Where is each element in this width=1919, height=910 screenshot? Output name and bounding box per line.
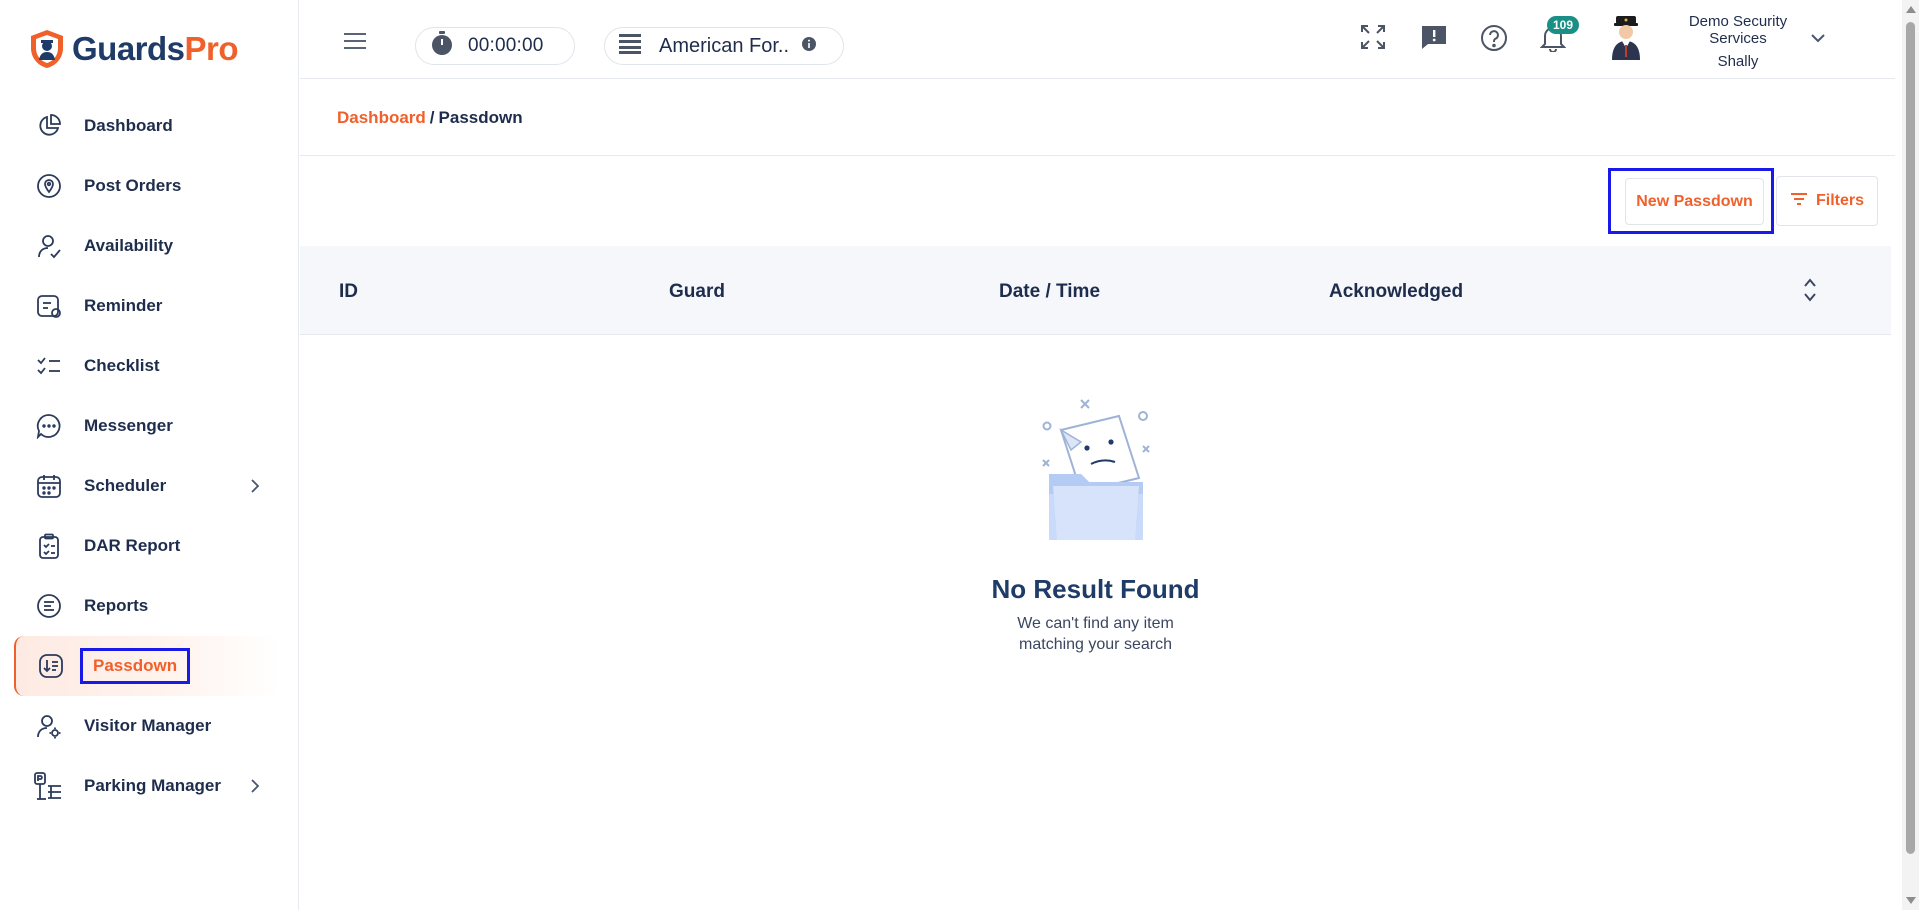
empty-subtitle: We can't find any item matching your sea… [1017, 615, 1174, 653]
feedback-icon[interactable] [1420, 24, 1448, 55]
filter-icon [1790, 192, 1808, 211]
parking-icon [34, 771, 64, 801]
calendar-icon [34, 471, 64, 501]
report-list-icon [34, 591, 64, 621]
logo[interactable]: GuardsPro [28, 28, 239, 70]
sidebar-item-label: DAR Report [84, 536, 181, 555]
app-root: GuardsPro Dashboard Post Orders Availabi… [0, 0, 1919, 910]
breadcrumb-separator: / [429, 108, 435, 127]
sidebar-item-scheduler[interactable]: Scheduler [0, 456, 299, 516]
hamburger-menu-icon[interactable] [344, 32, 366, 55]
pie-chart-icon [34, 111, 64, 141]
calendar-list-icon [34, 291, 64, 321]
sidebar-item-reports[interactable]: Reports [0, 576, 299, 636]
new-passdown-button[interactable]: New Passdown [1625, 178, 1764, 225]
user-name: Shally [1717, 53, 1759, 70]
filters-button[interactable]: Filters [1776, 176, 1878, 226]
sidebar: GuardsPro Dashboard Post Orders Availabi… [0, 0, 299, 910]
sidebar-item-label: Parking Manager [84, 776, 221, 795]
new-passdown-highlight: New Passdown [1608, 168, 1774, 234]
brand-name-part1: Guards [72, 30, 185, 67]
sidebar-item-parking-manager[interactable]: Parking Manager [0, 756, 299, 816]
sort-icon[interactable] [1803, 277, 1817, 308]
sidebar-item-checklist[interactable]: Checklist [0, 336, 299, 396]
column-header-id[interactable]: ID [339, 281, 358, 303]
user-check-icon [34, 231, 64, 261]
sidebar-item-dar-report[interactable]: DAR Report [0, 516, 299, 576]
avatar[interactable] [1606, 14, 1646, 62]
sidebar-item-label: Reports [84, 596, 149, 615]
sidebar-item-visitor-manager[interactable]: Visitor Manager [0, 696, 299, 756]
page-scrollbar[interactable] [1902, 0, 1919, 910]
sidebar-item-label: Checklist [84, 356, 160, 375]
column-header-guard[interactable]: Guard [669, 281, 725, 303]
brand-name-part2: Pro [184, 30, 239, 67]
scroll-up-arrow-icon[interactable] [1906, 6, 1916, 13]
scroll-down-arrow-icon[interactable] [1906, 897, 1916, 904]
chevron-right-icon [249, 478, 261, 499]
sidebar-item-passdown[interactable]: Passdown [14, 636, 280, 696]
company-name: Demo Security Services [1688, 13, 1788, 47]
scrollbar-thumb[interactable] [1906, 22, 1915, 854]
stopwatch-icon [430, 30, 454, 62]
sidebar-item-label: Passdown [80, 648, 191, 684]
user-gear-icon [34, 711, 64, 741]
notification-badge: 109 [1547, 16, 1580, 34]
action-bar: New Passdown Filters [300, 156, 1895, 246]
filters-label: Filters [1815, 192, 1864, 209]
chat-bubble-icon [34, 411, 64, 441]
chevron-down-icon[interactable] [1810, 30, 1826, 48]
clipboard-check-icon [34, 531, 64, 561]
shield-logo-icon [31, 30, 63, 68]
sidebar-item-label: Visitor Manager [84, 716, 212, 735]
passdown-icon [36, 651, 66, 681]
empty-folder-illustration [1041, 399, 1150, 540]
sidebar-item-label: Dashboard [84, 116, 173, 135]
empty-state: No Result Found We can't find any item m… [300, 390, 1891, 655]
column-header-acknowledged[interactable]: Acknowledged [1329, 281, 1463, 303]
sidebar-item-dashboard[interactable]: Dashboard [0, 96, 299, 156]
list-icon [619, 33, 641, 59]
sidebar-item-label: Availability [84, 236, 174, 255]
sidebar-item-label: Post Orders [84, 176, 182, 195]
sidebar-item-reminder[interactable]: Reminder [0, 276, 299, 336]
location-pin-icon [34, 171, 64, 201]
brand-name: GuardsPro [72, 30, 239, 68]
chevron-right-icon [249, 778, 261, 799]
breadcrumb: Dashboard / Passdown [300, 80, 1895, 156]
info-icon[interactable] [801, 36, 817, 57]
help-icon[interactable] [1480, 24, 1508, 57]
sidebar-item-post-orders[interactable]: Post Orders [0, 156, 299, 216]
checklist-icon [34, 351, 64, 381]
empty-title: No Result Found [991, 574, 1200, 604]
sidebar-item-availability[interactable]: Availability [0, 216, 299, 276]
timer-value: 00:00:00 [468, 35, 544, 56]
topbar: 00:00:00 American For.. 109 Demo Securit… [300, 0, 1895, 79]
sidebar-nav: Dashboard Post Orders Availability Remin… [0, 96, 299, 816]
column-header-date-time[interactable]: Date / Time [999, 281, 1100, 303]
sidebar-item-label: Scheduler [84, 476, 167, 495]
table-header: ID Guard Date / Time Acknowledged [300, 246, 1891, 335]
fullscreen-icon[interactable] [1360, 24, 1386, 55]
shift-timer[interactable]: 00:00:00 [415, 27, 575, 65]
breadcrumb-current: Passdown [438, 108, 523, 127]
breadcrumb-dashboard-link[interactable]: Dashboard [337, 108, 426, 127]
sidebar-item-label: Reminder [84, 296, 163, 315]
site-selector[interactable]: American For.. [604, 27, 844, 65]
site-name: American For.. [659, 34, 790, 57]
sidebar-item-messenger[interactable]: Messenger [0, 396, 299, 456]
sidebar-item-label: Messenger [84, 416, 173, 435]
user-menu[interactable]: Demo Security Services Shally [1658, 13, 1818, 70]
